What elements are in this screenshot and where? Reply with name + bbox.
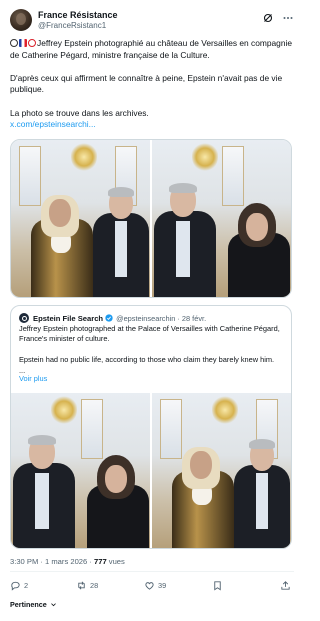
action-bar: 2 28 39 — [10, 580, 294, 594]
more-icon[interactable] — [282, 12, 294, 24]
quoted-ellipsis: ... — [19, 365, 26, 375]
chevron-down-icon — [50, 603, 56, 607]
timestamp[interactable]: 3:30 PM · 1 mars 2026 · — [10, 557, 94, 566]
post-link[interactable]: x.com/epsteinsearchi... — [10, 119, 294, 131]
divider — [10, 571, 294, 572]
search-emoji — [10, 39, 18, 47]
views-label: vues — [106, 557, 125, 566]
post-media[interactable] — [10, 139, 292, 298]
post-line-1: Jeffrey Epstein photographié au château … — [10, 38, 292, 60]
repost-count: 28 — [90, 581, 99, 590]
quoted-post[interactable]: Epstein File Search @epsteinsearchin · 2… — [10, 305, 292, 549]
verified-badge-icon — [105, 314, 113, 322]
quoted-avatar — [19, 313, 29, 323]
show-more-link[interactable]: Voir plus — [19, 374, 47, 383]
bookmark-button[interactable] — [212, 580, 223, 591]
quoted-author-name: Epstein File Search — [33, 313, 104, 323]
like-icon — [145, 582, 154, 590]
lead-emojis — [10, 39, 36, 47]
post-photo-1[interactable] — [11, 140, 150, 297]
france-flag-emoji — [19, 39, 27, 47]
header-actions — [262, 9, 294, 27]
quoted-media[interactable] — [11, 393, 291, 548]
repost-button[interactable]: 28 — [76, 580, 98, 591]
bookmark-icon — [214, 581, 221, 591]
sort-label: Pertinence — [10, 600, 47, 609]
grok-icon[interactable] — [262, 12, 274, 24]
repost-icon — [78, 581, 85, 590]
quoted-photo-1[interactable] — [11, 393, 150, 548]
reply-count: 2 — [24, 581, 29, 590]
post-text: Jeffrey Epstein photographié au château … — [10, 38, 294, 131]
share-button[interactable] — [280, 580, 291, 591]
quoted-text: Jeffrey Epstein photographed at the Pala… — [19, 324, 283, 376]
alarm-emoji — [28, 39, 36, 47]
quoted-line-2: Epstein had no public life, according to… — [19, 355, 275, 365]
post-line-3: La photo se trouve dans les archives. — [10, 107, 149, 118]
sort-replies-dropdown[interactable]: Pertinence — [10, 600, 57, 609]
post-line-2: D'après ceux qui affirment le connaître … — [10, 72, 283, 95]
author-avatar[interactable] — [10, 9, 32, 31]
quoted-line-1: Jeffrey Epstein photographed at the Pala… — [19, 324, 280, 344]
quoted-header: Epstein File Search @epsteinsearchin · 2… — [19, 312, 206, 324]
post-meta: 3:30 PM · 1 mars 2026 · 777 vues — [10, 557, 125, 566]
author-name[interactable]: France Résistance — [38, 10, 118, 20]
like-count: 39 — [158, 581, 167, 590]
author-handle[interactable]: @FranceRsistanc1 — [38, 21, 106, 30]
like-button[interactable]: 39 — [144, 580, 166, 591]
reply-button[interactable]: 2 — [10, 580, 28, 591]
views-count: 777 — [94, 557, 107, 566]
post-header: France Résistance @FranceRsistanc1 — [10, 9, 294, 35]
quoted-handle: @epsteinsearchin · 28 févr. — [116, 313, 207, 323]
post-photo-2[interactable] — [152, 140, 291, 297]
reply-icon — [11, 581, 20, 591]
share-icon — [281, 581, 290, 590]
quoted-photo-2[interactable] — [152, 393, 291, 548]
